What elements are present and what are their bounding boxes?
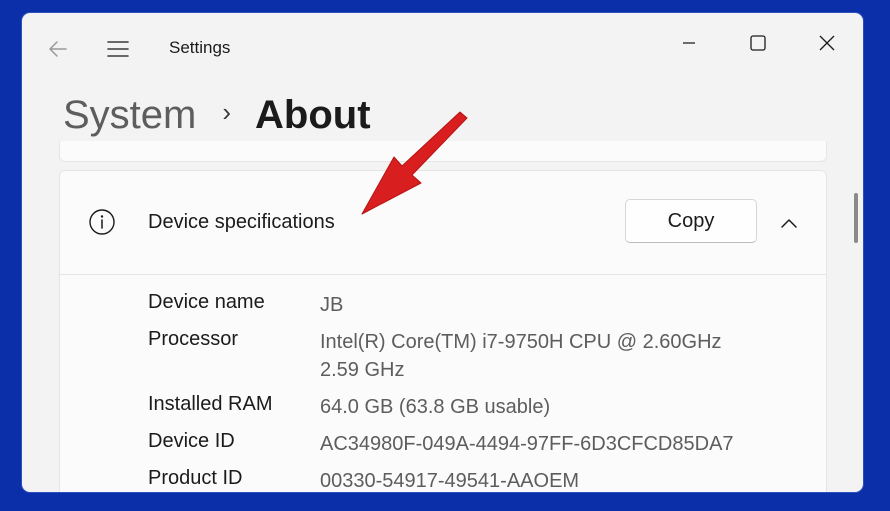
hamburger-menu-icon[interactable] [107, 38, 129, 60]
copy-button[interactable]: Copy [625, 199, 757, 243]
settings-window: Settings System › About Device specifica… [22, 13, 863, 492]
spec-value: Intel(R) Core(TM) i7-9750H CPU @ 2.60GHz [320, 331, 722, 353]
spec-value: 00330-54917-49541-AAOEM [320, 470, 580, 492]
spec-label: Device ID [148, 430, 235, 452]
device-specifications-card: Device specifications Copy Device name J… [59, 170, 827, 492]
breadcrumb: System › About [63, 85, 371, 145]
minimize-button[interactable] [665, 25, 713, 65]
spec-label: Processor [148, 328, 239, 350]
breadcrumb-parent-system[interactable]: System [63, 93, 196, 138]
spec-label: Device name [148, 291, 265, 313]
device-specifications-header[interactable]: Device specifications Copy [60, 171, 826, 275]
close-icon [818, 34, 836, 57]
breadcrumb-separator: › [222, 96, 232, 127]
spec-label: Installed RAM [148, 393, 273, 415]
title-bar[interactable]: Settings [22, 13, 863, 83]
previous-card [59, 141, 827, 162]
spec-label: Product ID [148, 467, 243, 489]
spec-value: AC34980F-049A-4494-97FF-6D3CFCD85DA7 [320, 433, 734, 455]
back-arrow-icon[interactable] [46, 37, 70, 61]
maximize-button[interactable] [734, 25, 782, 65]
spec-value-line-2: 2.59 GHz [320, 359, 405, 381]
scrollbar[interactable] [854, 193, 858, 243]
info-icon [88, 208, 116, 236]
spec-value: 64.0 GB (63.8 GB usable) [320, 396, 551, 418]
spec-value: JB [320, 294, 344, 316]
minimize-icon [681, 35, 697, 56]
chevron-up-icon[interactable] [774, 208, 804, 238]
maximize-icon [749, 34, 767, 57]
close-button[interactable] [803, 25, 851, 65]
card-title: Device specifications [148, 211, 335, 233]
app-title: Settings [169, 38, 231, 57]
page-title: About [255, 92, 371, 137]
